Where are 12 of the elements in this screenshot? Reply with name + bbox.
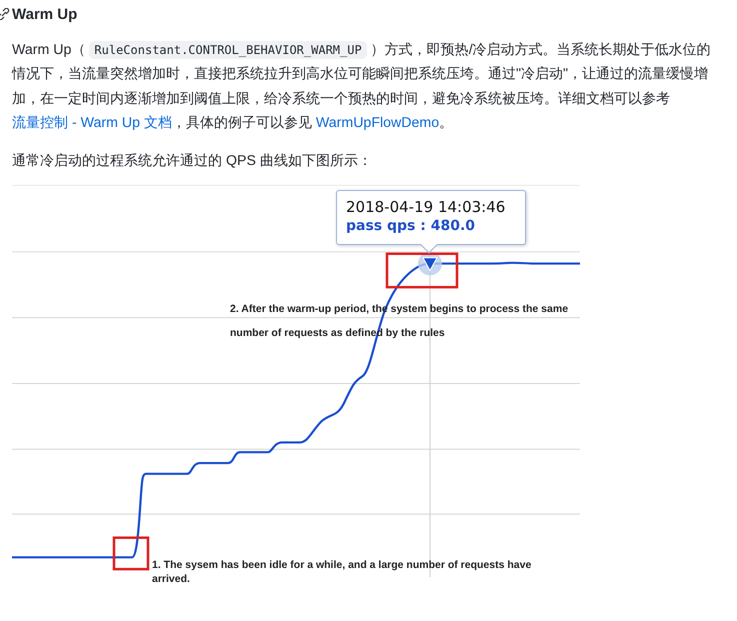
highlight-frame bbox=[112, 536, 150, 570]
link-icon[interactable] bbox=[0, 8, 10, 20]
tooltip-value: pass qps : 480.0 bbox=[346, 217, 476, 236]
point-marker-icon bbox=[418, 252, 442, 276]
link[interactable]: 流量控制 - Warm Up 文档 bbox=[12, 115, 172, 132]
paragraph: 通常冷启动的过程系统允许通过的 QPS 曲线如下图所示： bbox=[12, 152, 373, 171]
inline-code: RuleConstant.CONTROL_BEHAVIOR_WARM_UP bbox=[89, 41, 367, 59]
chart-annotation: 1. The sysem has been idle for a while, and a large number of requests have arrived. bbox=[152, 558, 532, 586]
link[interactable]: WarmUpFlowDemo bbox=[316, 115, 440, 132]
paragraph: Warm Up（ RuleConstant.CONTROL_BEHAVIOR_WARM_UP ）方式，即预热/冷启动方式。当系统长期处于低水位的情况下，当流量突然增加时，直接把系统拉升到高水位可能瞬间把系统压垮。通过"冷启动"，让通过的流量缓慢增加，在一定时间内逐渐增加到阈值上限，给冷系统一个预热的时间，避免冷系统被压垮。详细文档可以参考 流量控制 - Warm Up 文档，具体的例子可以参见 WarmUpFlowDemo。 bbox=[12, 40, 712, 134]
tooltip-time: 2018-04-19 14:03:46 bbox=[346, 197, 506, 218]
section-heading: Warm Up bbox=[12, 6, 78, 22]
